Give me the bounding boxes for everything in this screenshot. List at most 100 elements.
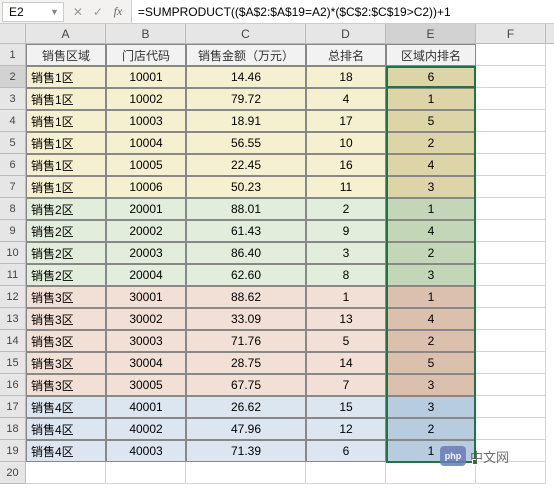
cell-code[interactable]: 10006 [106,176,186,198]
cell-amount[interactable]: 14.46 [186,66,306,88]
col-header-B[interactable]: B [106,24,186,43]
cell-rank[interactable]: 8 [306,264,386,286]
cell-rank[interactable]: 3 [306,242,386,264]
cell-rrank[interactable]: 4 [386,220,476,242]
row-header-4[interactable]: 4 [0,110,26,132]
row-header-10[interactable]: 10 [0,242,26,264]
cell-C20[interactable] [186,462,306,484]
cell-code[interactable]: 40003 [106,440,186,462]
row-header-20[interactable]: 20 [0,462,26,484]
cell-code[interactable]: 40001 [106,396,186,418]
cell-region[interactable]: 销售4区 [26,418,106,440]
cell-region[interactable]: 销售1区 [26,154,106,176]
cell-rrank[interactable]: 5 [386,110,476,132]
cell-region[interactable]: 销售1区 [26,110,106,132]
cell-region[interactable]: 销售3区 [26,352,106,374]
row-header-18[interactable]: 18 [0,418,26,440]
cell-amount[interactable]: 88.62 [186,286,306,308]
cell-empty[interactable] [476,308,546,330]
cell-rank[interactable]: 4 [306,88,386,110]
header-cell-rank[interactable]: 总排名 [306,44,386,66]
row-header-12[interactable]: 12 [0,286,26,308]
cell-rrank[interactable]: 6 [386,66,476,88]
col-header-A[interactable]: A [26,24,106,43]
cell-code[interactable]: 10005 [106,154,186,176]
row-header-6[interactable]: 6 [0,154,26,176]
cell-region[interactable]: 销售3区 [26,308,106,330]
cell-region[interactable]: 销售4区 [26,396,106,418]
cell-rank[interactable]: 14 [306,352,386,374]
row-header-5[interactable]: 5 [0,132,26,154]
cell-rrank[interactable]: 1 [386,286,476,308]
cell-code[interactable]: 30002 [106,308,186,330]
cell-amount[interactable]: 71.39 [186,440,306,462]
row-header-14[interactable]: 14 [0,330,26,352]
cell-region[interactable]: 销售2区 [26,198,106,220]
cell-amount[interactable]: 47.96 [186,418,306,440]
row-header-16[interactable]: 16 [0,374,26,396]
header-cell-code[interactable]: 门店代码 [106,44,186,66]
row-header-13[interactable]: 13 [0,308,26,330]
cell-amount[interactable]: 88.01 [186,198,306,220]
row-header-8[interactable]: 8 [0,198,26,220]
cell-rank[interactable]: 15 [306,396,386,418]
cell-code[interactable]: 20002 [106,220,186,242]
cell-empty[interactable] [476,176,546,198]
row-header-7[interactable]: 7 [0,176,26,198]
cell-rank[interactable]: 13 [306,308,386,330]
cell-empty[interactable] [476,242,546,264]
cell-code[interactable]: 10003 [106,110,186,132]
cell-region[interactable]: 销售1区 [26,66,106,88]
row-header-17[interactable]: 17 [0,396,26,418]
row-header-9[interactable]: 9 [0,220,26,242]
cell-rrank[interactable]: 1 [386,198,476,220]
cell-region[interactable]: 销售2区 [26,242,106,264]
cell-empty[interactable] [476,264,546,286]
cell-code[interactable]: 20001 [106,198,186,220]
cell-rank[interactable]: 5 [306,330,386,352]
cell-code[interactable]: 40002 [106,418,186,440]
col-header-F[interactable]: F [476,24,546,43]
cell-F1[interactable] [476,44,546,66]
confirm-icon[interactable]: ✓ [89,3,107,21]
cell-amount[interactable]: 61.43 [186,220,306,242]
cell-empty[interactable] [476,154,546,176]
cell-code[interactable]: 30005 [106,374,186,396]
formula-input[interactable]: =SUMPRODUCT(($A$2:$A$19=A2)*($C$2:$C$19>… [131,0,554,23]
cell-rrank[interactable]: 2 [386,242,476,264]
cell-empty[interactable] [476,330,546,352]
cell-D20[interactable] [306,462,386,484]
cell-empty[interactable] [476,352,546,374]
row-header-1[interactable]: 1 [0,44,26,66]
cell-region[interactable]: 销售1区 [26,176,106,198]
cell-region[interactable]: 销售3区 [26,286,106,308]
cell-amount[interactable]: 28.75 [186,352,306,374]
name-box-dropdown-icon[interactable]: ▼ [50,7,59,17]
header-cell-rrank[interactable]: 区域内排名 [386,44,476,66]
cell-rank[interactable]: 11 [306,176,386,198]
cell-empty[interactable] [476,220,546,242]
cell-code[interactable]: 20004 [106,264,186,286]
cell-empty[interactable] [476,198,546,220]
cell-empty[interactable] [476,418,546,440]
cell-rrank[interactable]: 4 [386,308,476,330]
row-header-3[interactable]: 3 [0,88,26,110]
cell-code[interactable]: 10002 [106,88,186,110]
header-cell-amount[interactable]: 销售金额（万元） [186,44,306,66]
cell-amount[interactable]: 33.09 [186,308,306,330]
cell-region[interactable]: 销售1区 [26,132,106,154]
row-header-11[interactable]: 11 [0,264,26,286]
cell-amount[interactable]: 67.75 [186,374,306,396]
cell-amount[interactable]: 71.76 [186,330,306,352]
cell-code[interactable]: 30004 [106,352,186,374]
cell-rank[interactable]: 2 [306,198,386,220]
cell-empty[interactable] [476,286,546,308]
cell-rrank[interactable]: 3 [386,396,476,418]
cell-amount[interactable]: 79.72 [186,88,306,110]
cell-empty[interactable] [476,374,546,396]
row-header-15[interactable]: 15 [0,352,26,374]
cell-amount[interactable]: 22.45 [186,154,306,176]
cell-empty[interactable] [476,66,546,88]
cell-B20[interactable] [106,462,186,484]
cell-rank[interactable]: 10 [306,132,386,154]
